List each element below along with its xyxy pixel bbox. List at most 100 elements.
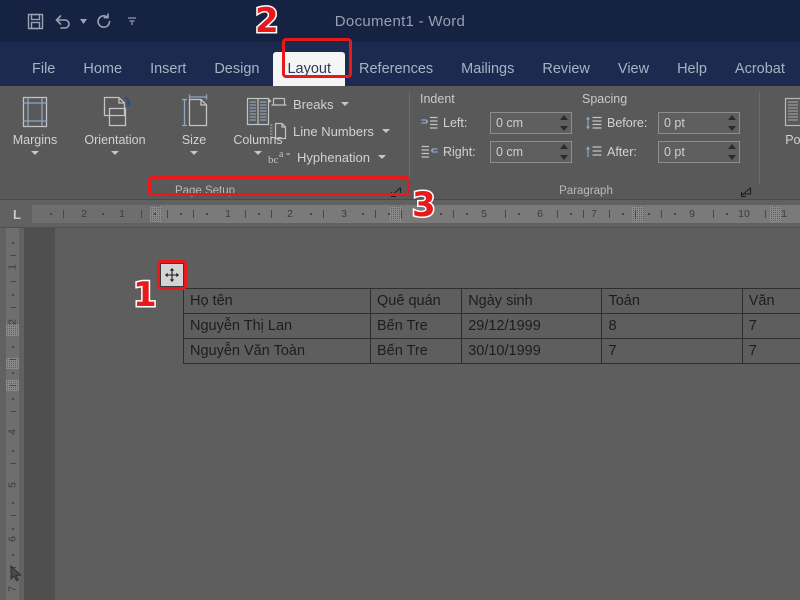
tab-home[interactable]: Home <box>69 52 136 86</box>
hyphenation-caret-icon[interactable] <box>378 155 386 159</box>
spacing-before-spinner[interactable]: 0 pt <box>658 112 740 134</box>
table-cell[interactable]: 7 <box>742 339 800 364</box>
spacing-after-field[interactable]: After: 0 pt <box>584 141 740 163</box>
ruler-tick-label: 2 <box>78 205 90 223</box>
table-header-cell[interactable]: Họ tên <box>184 289 371 314</box>
spacing-before-value: 0 pt <box>659 113 725 133</box>
ruler-marker[interactable] <box>632 206 644 222</box>
document-table[interactable]: Họ tênQuê quánNgày sinhToánVănNguyễn Thị… <box>183 288 800 364</box>
paragraph-dialog-launcher[interactable] <box>740 185 752 197</box>
size-button[interactable]: Size <box>162 90 226 164</box>
margins-button[interactable]: Margins <box>3 90 67 164</box>
indent-right-field[interactable]: Right: 0 cm <box>420 141 572 163</box>
breaks-icon <box>268 95 288 113</box>
table-header-cell[interactable]: Toán <box>602 289 742 314</box>
horizontal-ruler[interactable]: L 2112345679101 <box>0 200 800 228</box>
hyphenation-button[interactable]: bc a Hyphenation <box>268 148 386 166</box>
vertical-ruler-dot <box>12 450 14 452</box>
ribbon-tabs: FileHomeInsertDesignLayoutReferencesMail… <box>0 42 800 86</box>
quick-access-toolbar <box>22 8 145 34</box>
breaks-caret-icon[interactable] <box>341 102 349 106</box>
vertical-ruler-minor-tick <box>10 463 16 464</box>
tab-mailings[interactable]: Mailings <box>447 52 528 86</box>
size-icon <box>177 90 211 130</box>
undo-dropdown-icon[interactable] <box>78 8 89 34</box>
columns-caret-icon[interactable] <box>254 151 262 155</box>
vertical-ruler-minor-tick <box>10 359 16 360</box>
ruler-dot <box>726 213 728 215</box>
save-icon[interactable] <box>22 8 48 34</box>
ruler-dot <box>310 213 312 215</box>
mouse-cursor <box>10 565 23 588</box>
orientation-caret-icon[interactable] <box>111 151 119 155</box>
tab-references[interactable]: References <box>345 52 447 86</box>
indent-left-spinner[interactable]: 0 cm <box>490 112 572 134</box>
ruler-minor-tick <box>141 210 142 218</box>
line-numbers-caret-icon[interactable] <box>382 129 390 133</box>
ruler-tick-label: 2 <box>284 205 296 223</box>
tab-stop-selector[interactable]: L <box>6 204 28 224</box>
line-numbers-button[interactable]: Line Numbers <box>268 122 390 140</box>
spacing-label: Spacing <box>582 92 627 106</box>
table-cell[interactable]: Nguyễn Thị Lan <box>184 314 371 339</box>
table-header-cell[interactable]: Văn <box>742 289 800 314</box>
tab-acrobat[interactable]: Acrobat <box>721 52 799 86</box>
ribbon-tab-bar: FileHomeInsertDesignLayoutReferencesMail… <box>0 42 800 86</box>
table-header-cell[interactable]: Ngày sinh <box>462 289 602 314</box>
size-caret-icon[interactable] <box>190 151 198 155</box>
position-button[interactable]: Pos <box>768 90 800 164</box>
tab-insert[interactable]: Insert <box>136 52 200 86</box>
vertical-ruler-dot <box>12 294 14 296</box>
page-setup-dialog-launcher[interactable] <box>390 185 402 197</box>
redo-icon[interactable] <box>91 8 117 34</box>
indent-right-spinner[interactable]: 0 cm <box>490 141 572 163</box>
table-header-row: Họ tênQuê quánNgày sinhToánVăn <box>184 289 800 314</box>
tab-design[interactable]: Design <box>200 52 273 86</box>
table-cell[interactable]: 7 <box>602 339 742 364</box>
table-cell[interactable]: 30/10/1999 <box>462 339 602 364</box>
vertical-ruler-track[interactable]: 124567 <box>6 228 19 600</box>
table-cell[interactable]: 8 <box>602 314 742 339</box>
ruler-dot <box>648 213 650 215</box>
indent-left-spin-arrows[interactable] <box>557 113 571 133</box>
indent-left-icon <box>420 115 438 131</box>
ruler-minor-tick <box>557 210 558 218</box>
tab-view[interactable]: View <box>604 52 663 86</box>
margins-caret-icon[interactable] <box>31 151 39 155</box>
tab-file[interactable]: File <box>18 52 69 86</box>
spacing-before-field[interactable]: Before: 0 pt <box>584 112 740 134</box>
undo-icon[interactable] <box>50 8 76 34</box>
spacing-before-icon <box>584 115 602 131</box>
vertical-ruler-dot <box>12 242 14 244</box>
indent-left-field[interactable]: Left: 0 cm <box>420 112 572 134</box>
tab-help[interactable]: Help <box>663 52 721 86</box>
ruler-minor-tick <box>245 210 246 218</box>
table-cell[interactable]: Bến Tre <box>371 339 462 364</box>
vertical-ruler[interactable]: 124567 <box>0 228 24 600</box>
breaks-button[interactable]: Breaks <box>268 95 349 113</box>
table-cell[interactable]: 29/12/1999 <box>462 314 602 339</box>
spacing-before-spin-arrows[interactable] <box>725 113 739 133</box>
ruler-marker[interactable] <box>150 206 162 222</box>
table-cell[interactable]: Bến Tre <box>371 314 462 339</box>
orientation-icon <box>95 90 135 130</box>
table-move-handle[interactable] <box>160 263 184 287</box>
table-header-cell[interactable]: Quê quán <box>371 289 462 314</box>
table-cell[interactable]: 7 <box>742 314 800 339</box>
spacing-after-spinner[interactable]: 0 pt <box>658 141 740 163</box>
spacing-after-spin-arrows[interactable] <box>725 142 739 162</box>
ruler-minor-tick <box>609 210 610 218</box>
ruler-tick-label: 6 <box>534 205 546 223</box>
ruler-tick-label: 7 <box>588 205 600 223</box>
vertical-ruler-tick-label: 6 <box>7 533 19 546</box>
orientation-button[interactable]: Orientation <box>72 90 158 164</box>
tab-review[interactable]: Review <box>528 52 604 86</box>
group-page-setup: Margins Orientation <box>0 86 410 200</box>
customize-quick-access-icon[interactable] <box>119 8 145 34</box>
vertical-ruler-minor-tick <box>10 411 16 412</box>
tab-layout[interactable]: Layout <box>273 52 345 86</box>
ruler-tick-label: 9 <box>686 205 698 223</box>
annotation-marker-2: 2 <box>255 4 279 38</box>
indent-right-spin-arrows[interactable] <box>557 142 571 162</box>
table-cell[interactable]: Nguyễn Văn Toàn <box>184 339 371 364</box>
